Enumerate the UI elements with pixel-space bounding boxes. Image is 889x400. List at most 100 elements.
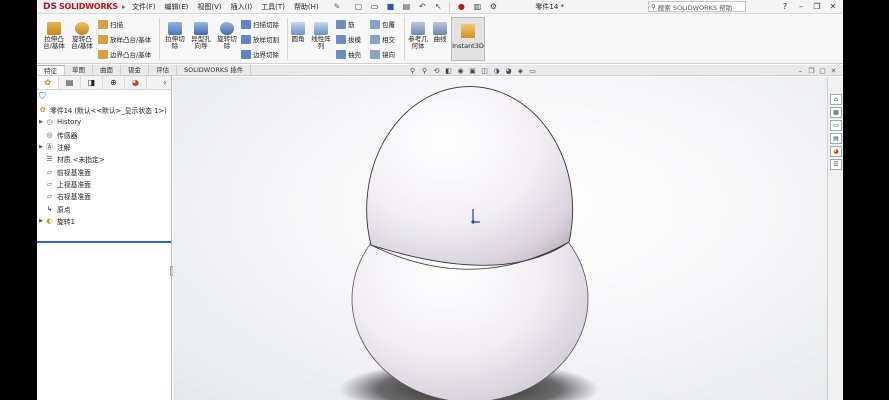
fillet-button[interactable]: 圆角 <box>289 22 307 43</box>
intersect-button[interactable]: 相交 <box>370 34 395 44</box>
file-properties-icon[interactable]: ▥ <box>469 1 485 13</box>
display-manager-icon[interactable]: ◕ <box>125 76 147 89</box>
extrude-cut-button[interactable]: 拉伸切 除 <box>163 22 187 50</box>
save-icon[interactable]: ■ <box>382 1 398 13</box>
reference-geometry-button[interactable]: 参考几 何体 <box>406 22 430 50</box>
pin-icon[interactable]: ✎ <box>334 2 341 11</box>
dynamic-annotation-icon[interactable]: ◉ <box>455 66 466 76</box>
hide-show-items-icon[interactable]: ◑ <box>491 66 502 76</box>
doc-maximize-icon[interactable]: ▢ <box>817 66 828 76</box>
tab-addins[interactable]: SOLIDWORKS 插件 <box>177 65 252 75</box>
tree-item-annotations[interactable]: ▶ Ⓐ 注解 <box>37 141 171 153</box>
rollback-bar[interactable] <box>37 241 171 243</box>
reference-geometry-label: 参考几 何体 <box>408 35 428 50</box>
menu-bar: DS SOLIDWORKS ▸ 文件(F) 编辑(E) 视图(V) 插入(I) … <box>37 0 843 14</box>
upper-sphere[interactable] <box>366 86 574 266</box>
search-input[interactable]: ⚲ 搜索 SOLIDWORKS 帮助 <box>648 1 746 12</box>
section-view-icon[interactable]: ◧ <box>443 66 454 76</box>
tab-features[interactable]: 特征 <box>37 65 65 75</box>
doc-minimize-icon[interactable]: – <box>795 66 806 76</box>
dimxpert-manager-icon[interactable]: ⊕ <box>103 76 125 89</box>
rib-button[interactable]: 筋 <box>336 19 355 29</box>
fillet-label: 圆角 <box>291 35 305 43</box>
mirror-button[interactable]: 镜向 <box>370 49 395 59</box>
apply-scene-icon[interactable]: ◈ <box>515 66 526 76</box>
close-icon[interactable]: ✕ <box>825 0 841 13</box>
tree-item-history[interactable]: ▶ ◷ History <box>37 116 171 128</box>
linear-pattern-icon <box>314 22 328 35</box>
tree-item-label: 上视基准面 <box>57 180 91 189</box>
solidworks-resources-icon[interactable]: ⌂ <box>830 94 842 105</box>
menu-insert[interactable]: 插入(I) <box>231 2 253 12</box>
wrap-button[interactable]: 包覆 <box>370 19 395 29</box>
previous-view-icon[interactable]: ⟲ <box>431 66 442 76</box>
display-style-icon[interactable]: ◫ <box>479 66 490 76</box>
tree-root[interactable]: ✿ 零件14 (默认<<默认>_显示状态 1>) <box>37 104 171 116</box>
undo-icon[interactable]: ↶ <box>414 1 430 13</box>
revolve-boss-button[interactable]: 旋转凸 台/基体 <box>69 22 95 50</box>
minimize-icon[interactable]: – <box>793 0 809 13</box>
tree-item-origin[interactable]: ↳ 原点 <box>37 202 171 214</box>
extrude-boss-button[interactable]: 拉伸凸 台/基体 <box>41 22 67 50</box>
tree-item-right-plane[interactable]: ▱ 右视基准面 <box>37 190 171 202</box>
zoom-area-icon[interactable]: ⚲ <box>419 66 430 76</box>
design-library-icon[interactable]: ▦ <box>830 107 842 118</box>
model-view[interactable] <box>173 77 827 400</box>
loft-cut-button[interactable]: 放样切割 <box>241 34 279 44</box>
view-palette-icon[interactable]: ▤ <box>830 133 842 144</box>
revolve-cut-button[interactable]: 旋转切 除 <box>215 22 239 50</box>
tab-sketch[interactable]: 草图 <box>65 65 93 75</box>
hole-wizard-button[interactable]: 异型孔 向导 <box>188 22 214 50</box>
expand-icon[interactable]: ▶ <box>37 144 45 150</box>
zoom-to-fit-icon[interactable]: ⚲ <box>407 66 418 76</box>
view-orientation-icon[interactable]: ▣ <box>467 66 478 76</box>
tab-sheet-metal[interactable]: 钣金 <box>121 65 149 75</box>
tab-surfaces[interactable]: 曲面 <box>93 65 121 75</box>
print-icon[interactable]: ▤ <box>398 1 414 13</box>
tab-evaluate[interactable]: 评估 <box>149 65 177 75</box>
tree-item-revolve1[interactable]: ▶ ◐ 旋转1 <box>37 215 171 227</box>
feature-manager-tree-icon[interactable]: ✿ <box>37 76 59 89</box>
sweep-cut-button[interactable]: 扫描切除 <box>241 19 279 29</box>
expand-icon[interactable]: ▶ <box>37 119 45 125</box>
tree-item-front-plane[interactable]: ▱ 前视基准面 <box>37 165 171 177</box>
expand-icon[interactable]: ▶ <box>37 218 45 224</box>
file-explorer-icon[interactable]: ▭ <box>830 120 842 131</box>
linear-pattern-button[interactable]: 线性阵 列 <box>309 22 333 50</box>
shell-button[interactable]: 抽壳 <box>336 49 361 59</box>
appearances-icon[interactable]: ◕ <box>830 146 842 157</box>
tree-filter[interactable]: ⛉ <box>37 90 171 104</box>
doc-restore-icon[interactable]: ❐ <box>806 66 817 76</box>
chevron-right-icon[interactable]: › <box>159 76 171 89</box>
solidworks-logo[interactable]: DS SOLIDWORKS ▸ <box>37 2 132 12</box>
menu-tools[interactable]: 工具(T) <box>261 2 285 12</box>
open-file-icon[interactable]: ▭ <box>366 1 382 13</box>
configuration-manager-icon[interactable]: ◨ <box>81 76 103 89</box>
boundary-cut-button[interactable]: 边界切除 <box>241 49 279 59</box>
boundary-boss-button[interactable]: 边界凸台/基体 <box>98 49 151 59</box>
instant3d-button[interactable]: Instant3D <box>451 17 485 61</box>
draft-button[interactable]: 拔模 <box>336 34 361 44</box>
edit-appearance-icon[interactable]: ◕ <box>503 66 514 76</box>
new-file-icon[interactable]: ▢ <box>350 1 366 13</box>
rebuild-icon[interactable]: ● <box>453 1 469 13</box>
select-pointer-icon[interactable]: ↖ <box>430 1 446 13</box>
loft-boss-button[interactable]: 放样凸台/基体 <box>98 34 151 44</box>
help-icon[interactable]: ? <box>777 0 793 13</box>
sweep-boss-button[interactable]: 扫描 <box>98 19 123 29</box>
doc-close-icon[interactable]: ✕ <box>828 66 839 76</box>
tree-item-sensors[interactable]: ◎ 传感器 <box>37 129 171 141</box>
custom-properties-icon[interactable]: ☰ <box>830 159 842 170</box>
menu-file[interactable]: 文件(F) <box>132 2 156 12</box>
graphics-area[interactable] <box>173 77 827 400</box>
property-manager-icon[interactable]: ▤ <box>59 76 81 89</box>
curves-button[interactable]: 曲线 <box>431 22 449 43</box>
tree-item-top-plane[interactable]: ▱ 上视基准面 <box>37 178 171 190</box>
tree-item-material[interactable]: ☰ 材质 <未指定> <box>37 153 171 165</box>
options-gear-icon[interactable]: ⚙ <box>485 1 501 13</box>
menu-help[interactable]: 帮助(H) <box>294 2 319 12</box>
menu-view[interactable]: 视图(V) <box>197 2 221 12</box>
restore-icon[interactable]: ❐ <box>809 0 825 13</box>
menu-edit[interactable]: 编辑(E) <box>165 2 189 12</box>
view-settings-icon[interactable]: ▭ <box>527 66 538 76</box>
